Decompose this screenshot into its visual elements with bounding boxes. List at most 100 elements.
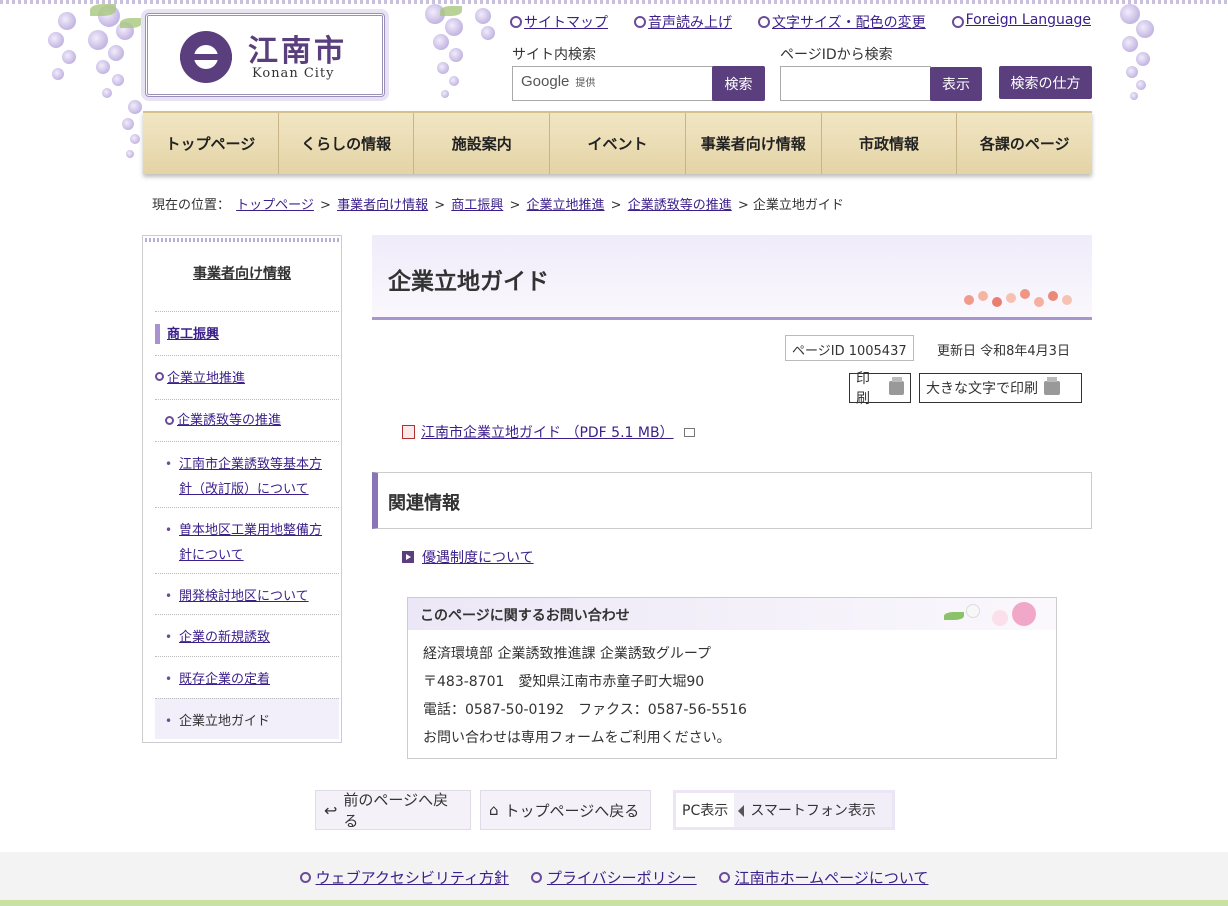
updated-date: 更新日 令和8年4月3日 xyxy=(937,344,1070,359)
gnav-city-admin[interactable]: 市政情報 xyxy=(822,113,958,174)
view-switch: PC表示 スマートフォン表示 xyxy=(673,790,895,830)
back-label: 前のページへ戻る xyxy=(343,791,449,830)
gnav-events[interactable]: イベント xyxy=(550,113,686,174)
sidebar-item-label[interactable]: 既存企業の定着 xyxy=(179,672,270,687)
sidebar-item-new-attraction[interactable]: 企業の新規誘致 xyxy=(155,614,339,657)
pdf-link-row: 江南市企業立地ガイド （PDF 5.1 MB） xyxy=(402,422,695,442)
about-site-link[interactable]: 江南市ホームページについて xyxy=(718,867,928,888)
incentive-link[interactable]: 優遇制度について xyxy=(422,547,534,567)
sidebar: 事業者向け情報 商工振興 企業立地推進 企業誘致等の推進 江南市企業誘致等基本方… xyxy=(142,235,342,743)
foreign-language-link[interactable]: Foreign Language xyxy=(951,12,1091,32)
smartphone-view-button[interactable]: スマートフォン表示 xyxy=(734,793,892,827)
footer: ウェブアクセシビリティ方針 プライバシーポリシー 江南市ホームページについて xyxy=(0,852,1228,906)
city-emblem-icon xyxy=(180,31,232,83)
breadcrumb-sep: > xyxy=(434,198,446,213)
site-search-button[interactable]: 検索 xyxy=(712,66,765,101)
print-button[interactable]: 印刷 xyxy=(849,371,911,407)
gnav-living[interactable]: くらしの情報 xyxy=(279,113,415,174)
pc-view-label: PC表示 xyxy=(682,803,729,819)
sidebar-item-label[interactable]: 江南市企業誘致等基本方針（改訂版）について xyxy=(179,457,322,497)
sidebar-item-label[interactable]: 企業誘致等の推進 xyxy=(177,413,281,428)
breadcrumb-item[interactable]: 事業者向け情報 xyxy=(337,198,428,213)
breadcrumb: 現在の位置： トップページ > 事業者向け情報 > 商工振興 > 企業立地推進 … xyxy=(152,194,844,213)
related-info-heading: 関連情報 xyxy=(388,493,460,514)
logo-text-en: Konan City xyxy=(252,66,335,81)
sidebar-item-development-area[interactable]: 開発検討地区について xyxy=(155,573,339,615)
related-info-heading-box: 関連情報 xyxy=(372,472,1092,529)
pdf-icon xyxy=(402,425,415,439)
breadcrumb-item[interactable]: トップページ xyxy=(236,198,314,213)
contact-department: 経済環境部 企業誘致推進課 企業誘致グループ xyxy=(423,646,712,662)
breadcrumb-current: 企業立地ガイド xyxy=(752,198,844,213)
related-link-row: 優遇制度について xyxy=(402,547,534,567)
printer-icon xyxy=(1044,377,1060,395)
sidebar-item-label[interactable]: 曽本地区工業用地整備方針について xyxy=(179,523,322,563)
sitemap-link[interactable]: サイトマップ xyxy=(510,12,608,32)
breadcrumb-item[interactable]: 商工振興 xyxy=(451,198,503,213)
sidebar-item-basic-policy[interactable]: 江南市企業誘致等基本方針（改訂版）について xyxy=(155,441,339,508)
site-logo[interactable]: 江南市 Konan City xyxy=(145,13,385,97)
print-label: 印刷 xyxy=(856,371,870,407)
pdf-link[interactable]: 江南市企業立地ガイド （PDF 5.1 MB） xyxy=(421,422,674,442)
top-border xyxy=(0,0,1228,4)
leaf-decoration xyxy=(440,6,462,16)
gnav-departments[interactable]: 各課のページ xyxy=(957,113,1092,174)
pageid-display-button[interactable]: 表示 xyxy=(930,67,982,101)
sidebar-item-commerce[interactable]: 商工振興 xyxy=(155,311,339,356)
logo-text-jp: 江南市 xyxy=(248,34,347,69)
sidebar-item-label: 企業立地ガイド xyxy=(179,714,271,729)
footer-links: ウェブアクセシビリティ方針 プライバシーポリシー 江南市ホームページについて xyxy=(0,867,1228,888)
leaf-decoration xyxy=(90,4,116,16)
print-large-label: 大きな文字で印刷 xyxy=(926,381,1038,397)
sidebar-title-link[interactable]: 事業者向け情報 xyxy=(193,266,291,282)
text-size-color-link[interactable]: 文字サイズ・配色の変更 xyxy=(758,12,926,32)
return-icon: ↩ xyxy=(324,800,338,820)
sidebar-item-label[interactable]: 商工振興 xyxy=(167,327,219,342)
read-aloud-link[interactable]: 音声読み上げ xyxy=(634,12,732,32)
sidebar-item-location-promotion[interactable]: 企業立地推進 xyxy=(155,355,339,400)
breadcrumb-item[interactable]: 企業誘致等の推進 xyxy=(628,198,732,213)
arrow-right-icon xyxy=(402,551,414,563)
breadcrumb-sep: > xyxy=(320,198,331,213)
external-window-icon xyxy=(683,427,695,437)
breadcrumb-sep: > xyxy=(737,198,749,213)
search-howto-button[interactable]: 検索の仕方 xyxy=(999,66,1092,99)
breadcrumb-sep: > xyxy=(610,198,622,213)
privacy-policy-link[interactable]: プライバシーポリシー xyxy=(530,867,697,888)
contact-address: 〒483-8701 愛知県江南市赤童子町大堀90 xyxy=(423,674,705,690)
gnav-business[interactable]: 事業者向け情報 xyxy=(686,113,822,174)
global-nav: トップページ くらしの情報 施設案内 イベント 事業者向け情報 市政情報 各課の… xyxy=(143,111,1092,174)
contact-heading: このページに関するお問い合わせ xyxy=(408,598,1056,630)
page-heading-box: 企業立地ガイド xyxy=(372,235,1092,320)
accessibility-policy-link[interactable]: ウェブアクセシビリティ方針 xyxy=(299,867,509,888)
site-search-input[interactable]: Google 提供 xyxy=(512,66,713,101)
gnav-top[interactable]: トップページ xyxy=(143,113,279,174)
contact-phone-fax: 電話：0587-50-0192 ファクス：0587-56-5516 xyxy=(423,702,747,718)
contact-body: 経済環境部 企業誘致推進課 企業誘致グループ 〒483-8701 愛知県江南市赤… xyxy=(408,630,1056,762)
pageid-input[interactable] xyxy=(780,66,931,101)
google-mark: Google 提供 xyxy=(521,73,596,90)
sidebar-item-somoto-policy[interactable]: 曽本地区工業用地整備方針について xyxy=(155,507,339,574)
contact-box: このページに関するお問い合わせ 経済環境部 企業誘致推進課 企業誘致グループ 〒… xyxy=(407,597,1057,759)
gnav-facilities[interactable]: 施設案内 xyxy=(414,113,551,174)
breadcrumb-item[interactable]: 企業立地推進 xyxy=(527,198,605,213)
page-id-badge: ページID 1005437 xyxy=(785,335,914,361)
sidebar-title: 事業者向け情報 xyxy=(143,263,341,283)
sidebar-item-attraction[interactable]: 企業誘致等の推進 xyxy=(155,399,339,442)
print-large-button[interactable]: 大きな文字で印刷 xyxy=(919,373,1082,403)
back-button[interactable]: ↩ 前のページへ戻る xyxy=(315,790,471,830)
sidebar-item-retention[interactable]: 既存企業の定着 xyxy=(155,656,339,699)
contact-heading-text: このページに関するお問い合わせ xyxy=(420,608,630,624)
printer-icon xyxy=(888,377,904,395)
breadcrumb-prefix: 現在の位置： xyxy=(152,198,231,213)
site-search-label: サイト内検索 xyxy=(512,47,596,63)
utility-links: サイトマップ 音声読み上げ 文字サイズ・配色の変更 Foreign Langua… xyxy=(510,12,1091,32)
sidebar-item-current: 企業立地ガイド xyxy=(155,698,339,739)
sidebar-item-label[interactable]: 企業立地推進 xyxy=(167,371,245,386)
sidebar-item-label[interactable]: 企業の新規誘致 xyxy=(179,630,270,645)
back-to-top-button[interactable]: ⌂ トップページへ戻る xyxy=(480,790,651,830)
sidebar-item-label[interactable]: 開発検討地区について xyxy=(179,589,309,604)
leaf-decoration xyxy=(120,18,142,28)
pageid-search-label: ページIDから検索 xyxy=(780,47,893,63)
wisteria-decoration-mid xyxy=(405,0,505,120)
